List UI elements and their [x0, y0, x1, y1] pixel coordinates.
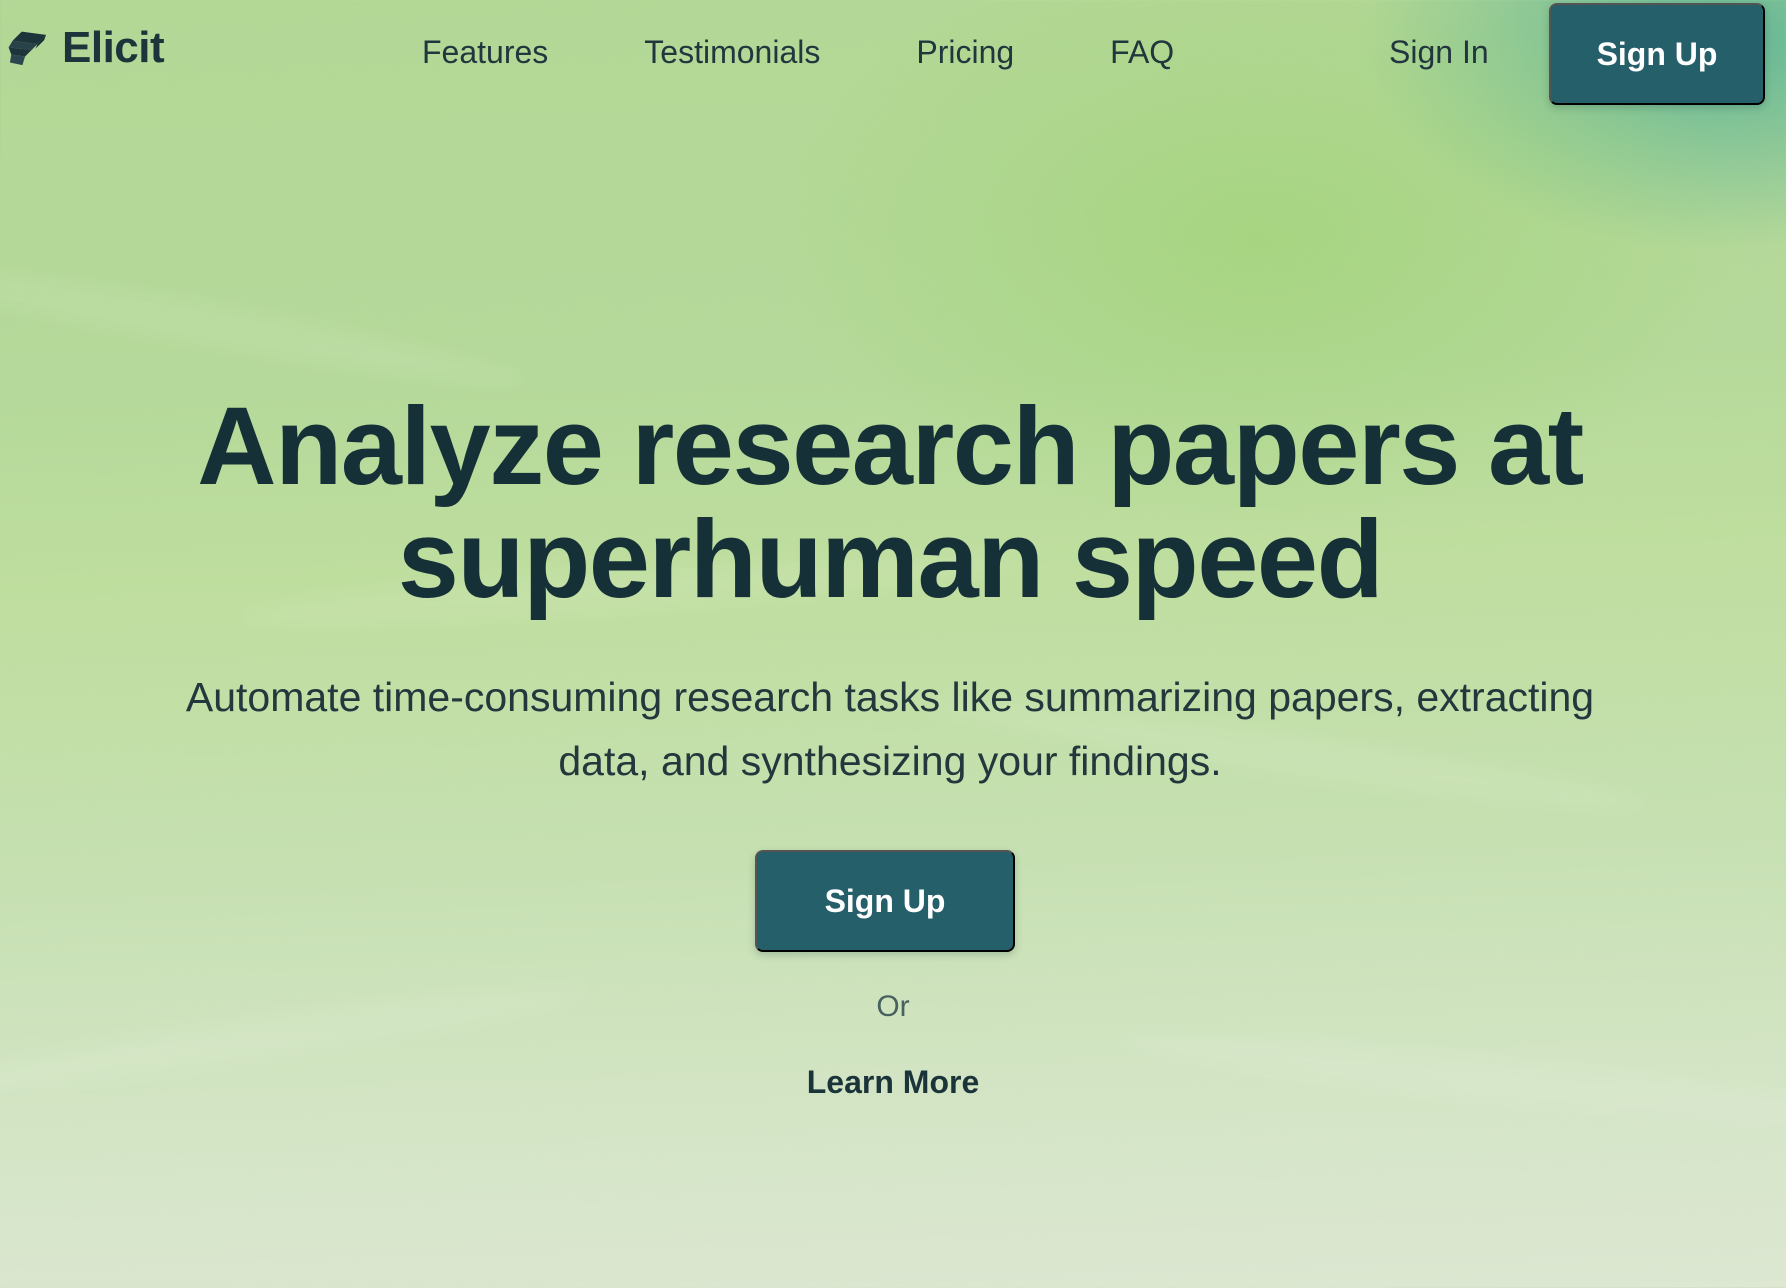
nav-link-features[interactable]: Features [422, 36, 548, 68]
top-navigation: Elicit Features Testimonials Pricing FAQ… [0, 0, 1786, 106]
brand-name: Elicit [62, 23, 165, 72]
or-divider-text: Or [876, 990, 910, 1023]
elicit-logo-icon [8, 31, 47, 66]
sign-in-link[interactable]: Sign In [1389, 36, 1489, 68]
nav-link-pricing[interactable]: Pricing [916, 36, 1014, 68]
hero-sign-up-button[interactable]: Sign Up [755, 850, 1015, 952]
main-nav: Features Testimonials Pricing FAQ [422, 36, 1174, 68]
hero-title: Analyze research papers at superhuman sp… [197, 385, 1584, 621]
brand-link[interactable]: Elicit [6, 23, 165, 72]
header-sign-up-button[interactable]: Sign Up [1549, 3, 1765, 105]
nav-link-testimonials[interactable]: Testimonials [644, 36, 820, 68]
learn-more-link[interactable]: Learn More [0, 1064, 1786, 1101]
nav-link-faq[interactable]: FAQ [1110, 36, 1174, 68]
hero-subtitle: Automate time-consuming research tasks l… [185, 674, 1595, 784]
